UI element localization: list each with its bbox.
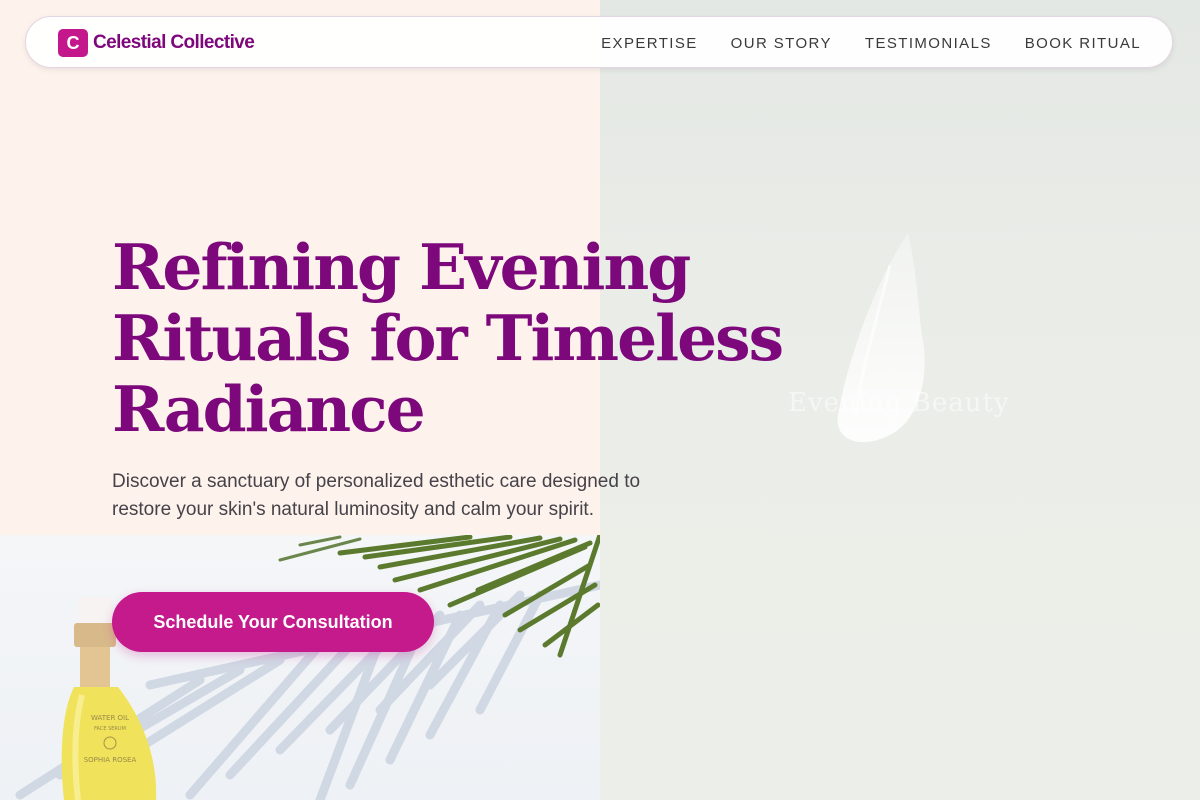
hero-description: Discover a sanctuary of personalized est… (112, 471, 641, 520)
cream-swatch-image (837, 233, 925, 443)
product-photo: WATER OIL FACE SERUM SOPHIA ROSEA (0, 535, 600, 800)
bottle-label-line-2: FACE SERUM (94, 726, 126, 732)
schedule-consultation-button[interactable]: Schedule Your Consultation (112, 592, 434, 652)
logo-mark-icon: C (58, 29, 88, 57)
nav-links: EXPERTISE OUR STORY TESTIMONIALS BOOK RI… (601, 17, 1141, 69)
hero-title: Refining Evening Rituals for Timeless Ra… (112, 230, 784, 446)
nav-link-testimonials[interactable]: TESTIMONIALS (865, 35, 992, 52)
bottle-label-line-3: SOPHIA ROSEA (84, 756, 137, 764)
brand-logo[interactable]: C Celestial Collective (58, 29, 255, 57)
navbar: C Celestial Collective EXPERTISE OUR STO… (25, 16, 1173, 68)
nav-link-our-story[interactable]: OUR STORY (731, 35, 832, 52)
image-watermark-text: Evening Beauty (788, 388, 1010, 418)
nav-link-expertise[interactable]: EXPERTISE (601, 35, 698, 52)
brand-name: Celestial Collective (93, 32, 255, 53)
nav-link-book-ritual[interactable]: BOOK RITUAL (1025, 35, 1141, 52)
bottle-label-line-1: WATER OIL (91, 714, 129, 722)
